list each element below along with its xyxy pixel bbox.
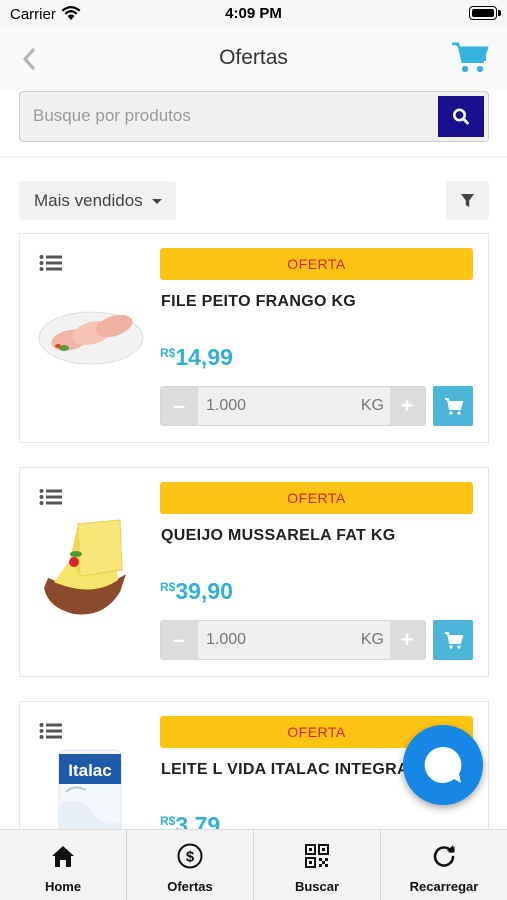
status-bar: Carrier 4:09 PM bbox=[0, 0, 507, 28]
home-icon bbox=[52, 846, 74, 867]
add-to-cart-button[interactable] bbox=[433, 386, 473, 426]
tab-label: Buscar bbox=[294, 879, 340, 894]
header-divider bbox=[0, 156, 507, 157]
decrement-button[interactable]: – bbox=[161, 387, 197, 425]
cart-icon bbox=[445, 398, 464, 415]
offer-badge: OFERTA bbox=[160, 248, 473, 280]
price-value: 39,90 bbox=[175, 578, 233, 604]
product-name[interactable]: FILE PEITO FRANGO KG bbox=[161, 293, 481, 311]
status-time: 4:09 PM bbox=[225, 5, 282, 22]
quantity-field[interactable]: 1.000 KG bbox=[198, 387, 390, 425]
product-price: R$39,90 bbox=[160, 578, 233, 605]
tab-buscar[interactable]: Buscar bbox=[254, 830, 381, 900]
quantity-field[interactable]: 1.000 KG bbox=[198, 621, 390, 659]
offer-badge: OFERTA bbox=[160, 482, 473, 514]
page-title: Ofertas bbox=[219, 46, 288, 69]
app-header: Ofertas bbox=[0, 28, 507, 90]
cart-icon[interactable] bbox=[451, 40, 489, 74]
list-icon[interactable] bbox=[39, 722, 63, 740]
quantity-value: 1.000 bbox=[206, 631, 247, 648]
filter-icon bbox=[461, 194, 474, 207]
refresh-icon bbox=[433, 845, 455, 867]
product-price: R$14,99 bbox=[160, 344, 233, 371]
tab-ofertas[interactable]: $ Ofertas bbox=[127, 830, 254, 900]
tab-label: Recarregar bbox=[409, 879, 479, 894]
list-icon[interactable] bbox=[39, 254, 63, 272]
filter-button[interactable] bbox=[446, 181, 489, 220]
brand-logo: Italac bbox=[68, 761, 111, 780]
quantity-unit: KG bbox=[360, 397, 384, 414]
search-bar bbox=[19, 91, 489, 142]
cart-icon bbox=[445, 632, 464, 649]
search-icon bbox=[452, 108, 469, 125]
add-to-cart-button[interactable] bbox=[433, 620, 473, 660]
caret-down-icon bbox=[152, 199, 162, 204]
svg-text:$: $ bbox=[186, 849, 195, 866]
quantity-unit: KG bbox=[360, 631, 384, 648]
qr-code-icon bbox=[305, 844, 329, 868]
battery-cap bbox=[498, 10, 501, 16]
product-card: OFERTA QUEIJO MUSSARELA FAT KG R$39,90 –… bbox=[19, 467, 489, 677]
list-icon[interactable] bbox=[39, 488, 63, 506]
decrement-button[interactable]: – bbox=[161, 621, 197, 659]
product-card: OFERTA FILE PEITO FRANGO KG R$14,99 – 1.… bbox=[19, 233, 489, 443]
search-input[interactable] bbox=[20, 92, 438, 140]
quantity-stepper: – 1.000 KG + bbox=[160, 620, 426, 660]
price-value: 14,99 bbox=[175, 344, 233, 370]
quantity-value: 1.000 bbox=[206, 397, 247, 414]
sort-label: Mais vendidos bbox=[34, 191, 143, 210]
tab-label: Home bbox=[44, 879, 82, 894]
product-name[interactable]: QUEIJO MUSSARELA FAT KG bbox=[161, 527, 481, 545]
sort-dropdown[interactable]: Mais vendidos bbox=[19, 181, 176, 220]
price-currency: R$ bbox=[160, 814, 176, 828]
quantity-stepper: – 1.000 KG + bbox=[160, 386, 426, 426]
chat-bubble-icon bbox=[424, 746, 462, 783]
dollar-icon: $ bbox=[177, 843, 203, 869]
product-image bbox=[38, 311, 144, 365]
tab-recarregar[interactable]: Recarregar bbox=[381, 830, 507, 900]
chat-button[interactable] bbox=[403, 725, 483, 805]
increment-button[interactable]: + bbox=[389, 621, 425, 659]
search-button[interactable] bbox=[438, 96, 484, 137]
product-image bbox=[44, 519, 126, 615]
bottom-tab-bar: Home $ Ofertas Buscar Recarregar bbox=[0, 829, 507, 900]
price-currency: R$ bbox=[160, 580, 176, 594]
increment-button[interactable]: + bbox=[389, 387, 425, 425]
tab-home[interactable]: Home bbox=[0, 830, 127, 900]
battery-icon bbox=[469, 6, 497, 20]
tab-label: Ofertas bbox=[167, 879, 213, 894]
price-currency: R$ bbox=[160, 346, 176, 360]
